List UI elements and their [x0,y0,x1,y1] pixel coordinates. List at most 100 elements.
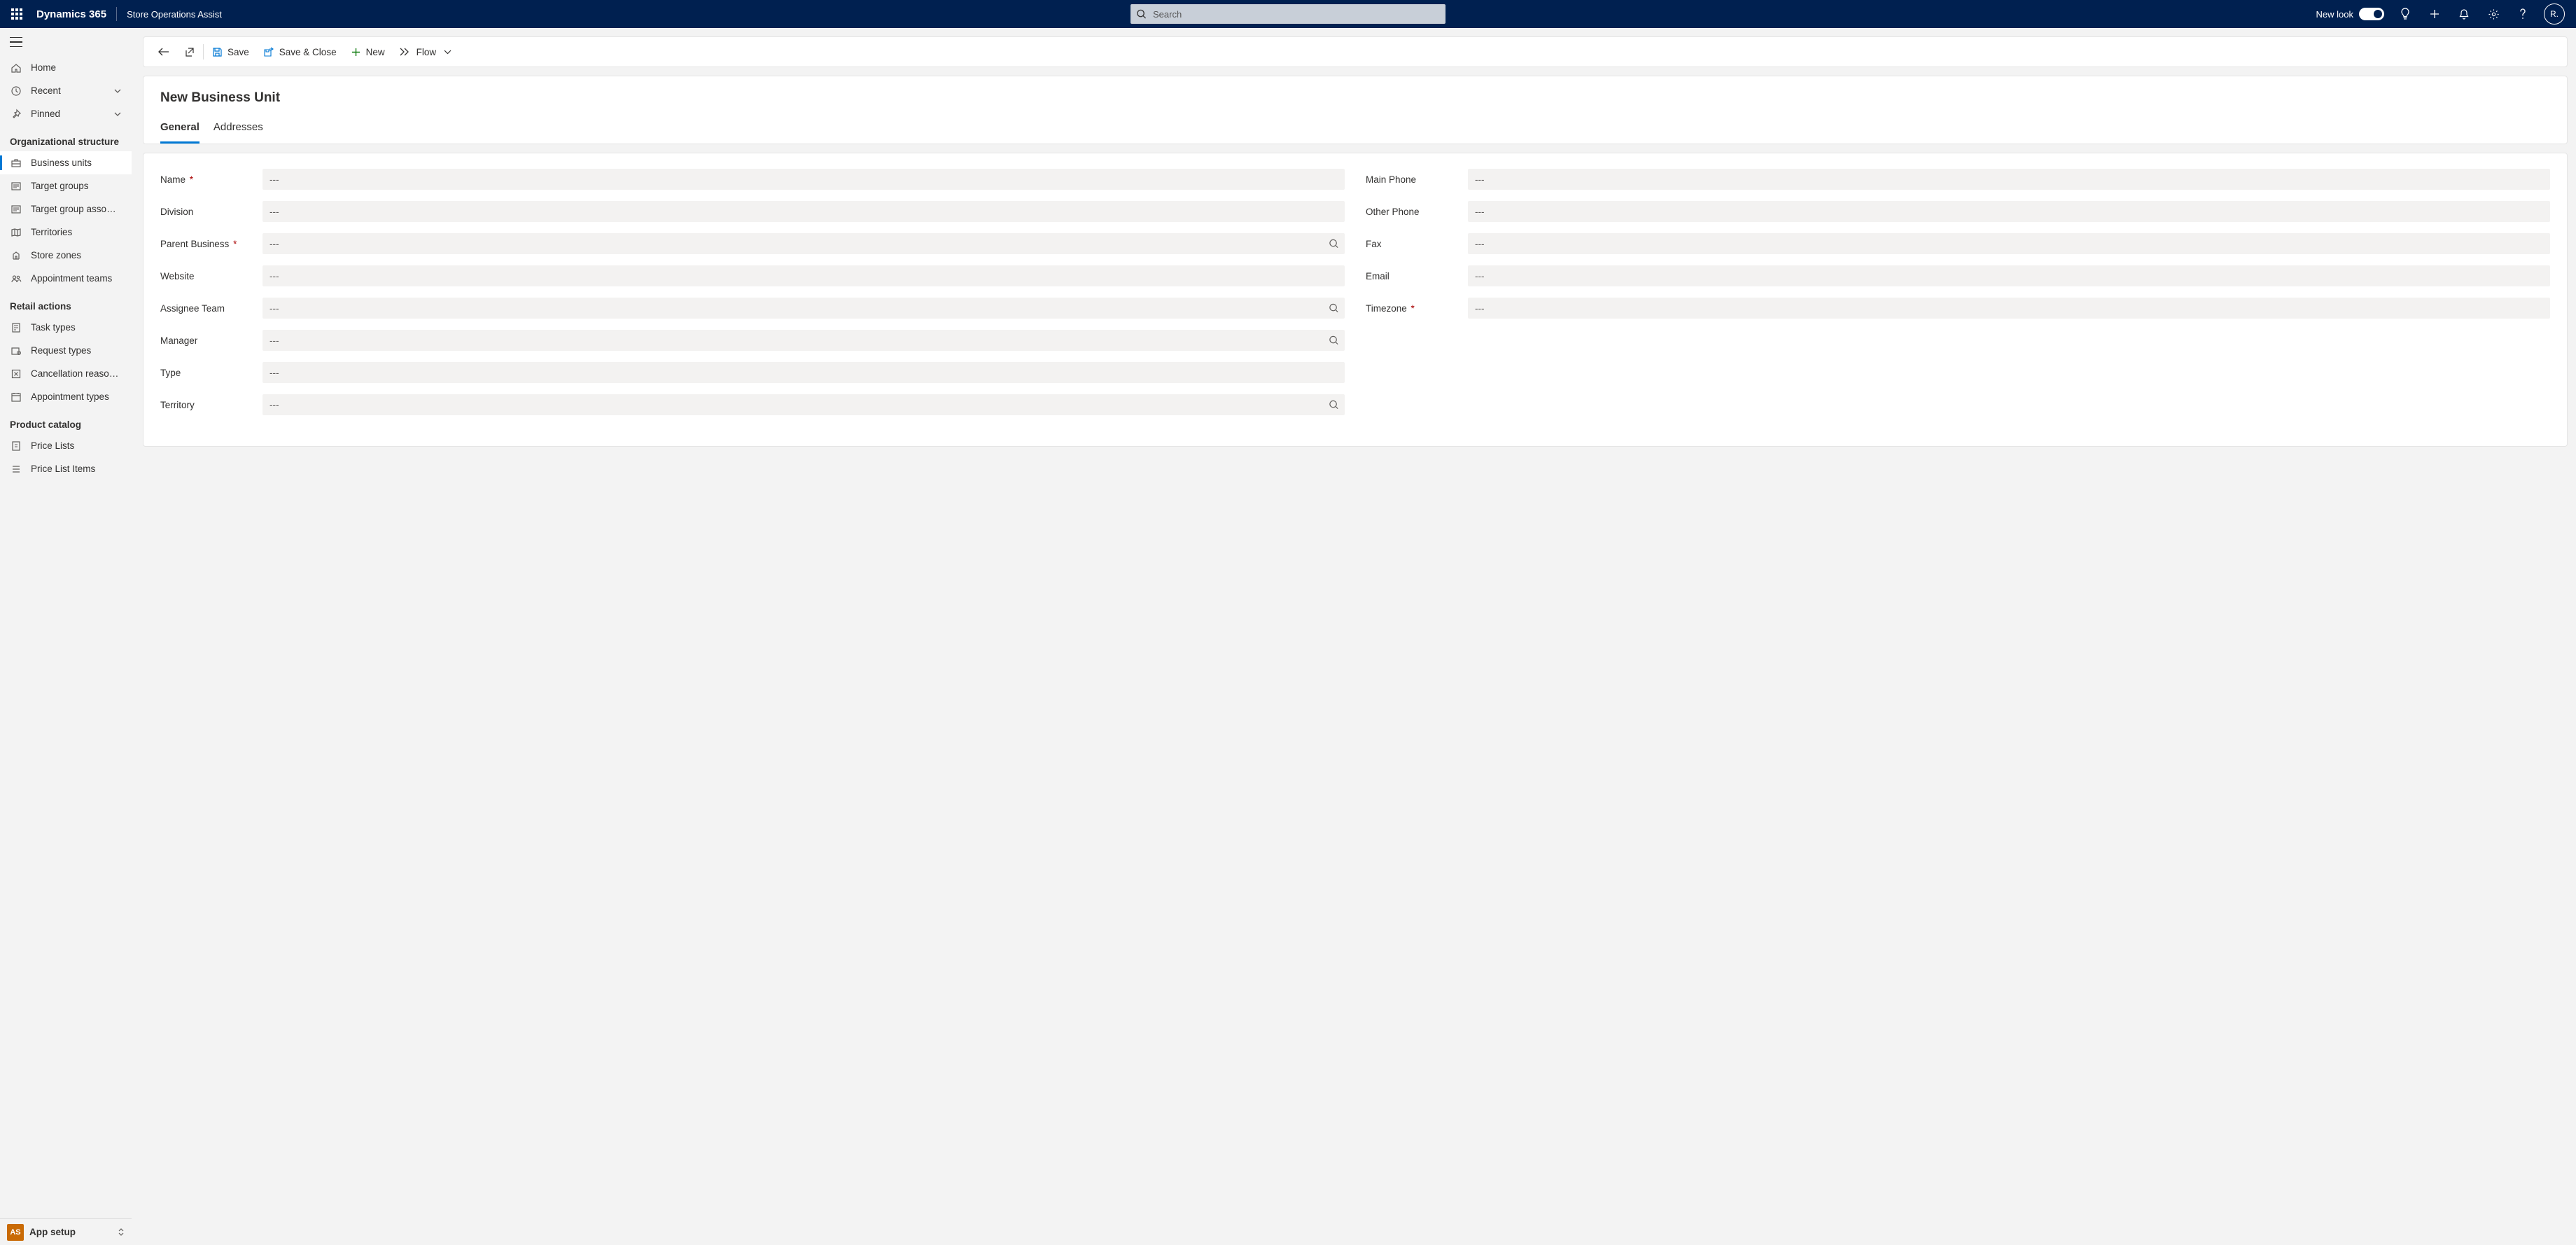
form-row: Other Phone [1366,201,2550,222]
save-close-icon [263,47,274,57]
field-input-website[interactable] [262,265,1345,286]
new-button[interactable]: New [344,38,392,66]
nav-item[interactable]: Price Lists [0,434,132,457]
form-row: Timezone * [1366,298,2550,319]
form-row: Type [160,362,1345,383]
nav-item[interactable]: Target groups [0,174,132,197]
form-row: Main Phone [1366,169,2550,190]
nav-item-pinned[interactable]: Pinned [0,102,132,125]
help-button[interactable] [2514,6,2531,22]
app-launcher-button[interactable] [6,3,28,25]
field-input-territory[interactable] [262,394,1345,415]
app-selector[interactable]: AS App setup [0,1218,132,1245]
nav-label: Task types [31,322,122,333]
header-divider [116,7,117,21]
popout-button[interactable] [177,38,202,66]
nav-item[interactable]: Price List Items [0,457,132,480]
field-input-timezone[interactable] [1468,298,2550,319]
flow-icon [399,47,412,57]
lightbulb-button[interactable] [2397,6,2414,22]
home-icon [10,62,22,74]
field-input-parent-business[interactable] [262,233,1345,254]
app-selector-label: App setup [29,1227,118,1237]
nav-item[interactable]: Cancellation reaso… [0,362,132,385]
nav-label: Territories [31,227,122,237]
field-label: Other Phone [1366,207,1468,217]
nav-label: Recent [31,85,113,96]
field-label: Website [160,271,262,281]
save-close-button[interactable]: Save & Close [256,38,344,66]
back-button[interactable] [150,38,177,66]
plus-icon [351,47,361,57]
nav-label: Cancellation reaso… [31,368,122,379]
nav-item[interactable]: Request types [0,339,132,362]
form-row: Assignee Team [160,298,1345,319]
popout-icon [184,47,195,57]
field-input-division[interactable] [262,201,1345,222]
field-label: Parent Business * [160,239,262,249]
nav-label: Price List Items [31,464,122,474]
form-body: Name *DivisionParent Business *WebsiteAs… [143,153,2568,447]
tab-general[interactable]: General [160,121,200,144]
flow-button[interactable]: Flow [392,38,459,66]
nav-label: Appointment teams [31,273,122,284]
field-label: Division [160,207,262,217]
sidebar-toggle[interactable] [10,35,25,49]
nav-item[interactable]: Business units [0,151,132,174]
list-icon [10,203,22,216]
task-icon [10,321,22,334]
gear-icon [2488,8,2500,20]
nav-item[interactable]: Target group asso… [0,197,132,221]
save-icon [212,47,223,57]
chevron-down-icon [113,111,122,117]
form-row: Fax [1366,233,2550,254]
cancel-icon [10,368,22,380]
form-row: Parent Business * [160,233,1345,254]
user-avatar[interactable]: R. [2544,4,2565,25]
field-label: Territory [160,400,262,410]
plus-icon [2429,8,2440,20]
app-name-label: Store Operations Assist [127,9,222,20]
add-button[interactable] [2426,6,2443,22]
tab-addresses[interactable]: Addresses [214,121,263,144]
field-input-manager[interactable] [262,330,1345,351]
map-icon [10,226,22,239]
settings-button[interactable] [2485,6,2502,22]
nav-item[interactable]: Store zones [0,244,132,267]
field-input-email[interactable] [1468,265,2550,286]
new-look-toggle-wrap: New look [2316,8,2384,20]
help-icon [2518,8,2528,20]
save-button[interactable]: Save [205,38,256,66]
field-label: Timezone * [1366,303,1468,314]
command-bar: Save Save & Close New Flow [143,36,2568,67]
required-star: * [1411,303,1415,314]
nav-item[interactable]: Territories [0,221,132,244]
nav-item[interactable]: Appointment types [0,385,132,408]
new-look-toggle[interactable] [2359,8,2384,20]
request-icon [10,345,22,357]
field-input-fax[interactable] [1468,233,2550,254]
nav-item[interactable]: Appointment teams [0,267,132,290]
field-input-main-phone[interactable] [1468,169,2550,190]
nav-label: Business units [31,158,122,168]
lightbulb-icon [2400,8,2411,20]
price-icon [10,440,22,452]
field-input-name[interactable] [262,169,1345,190]
field-label: Fax [1366,239,1468,249]
nav-item-home[interactable]: Home [0,56,132,79]
nav-section-header: Product catalog [0,408,132,434]
nav-item-recent[interactable]: Recent [0,79,132,102]
search-input[interactable] [1130,4,1446,24]
field-input-assignee-team[interactable] [262,298,1345,319]
field-input-type[interactable] [262,362,1345,383]
form-header: New Business Unit GeneralAddresses [143,76,2568,144]
nav-item[interactable]: Task types [0,316,132,339]
field-input-other-phone[interactable] [1468,201,2550,222]
pin-icon [10,108,22,120]
nav-label: Price Lists [31,440,122,451]
notifications-button[interactable] [2456,6,2472,22]
required-star: * [190,174,193,185]
save-close-label: Save & Close [279,47,337,57]
chevron-down-icon [113,88,122,94]
chevron-down-icon [444,50,451,55]
